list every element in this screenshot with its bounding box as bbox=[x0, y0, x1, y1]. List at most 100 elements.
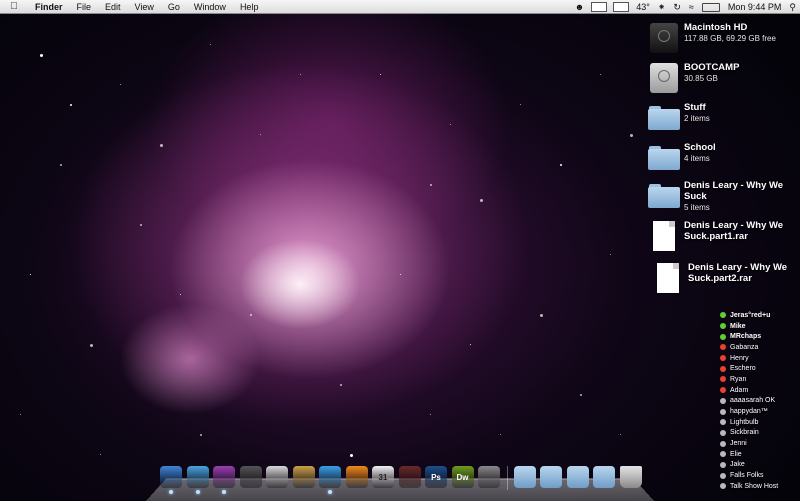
status-dot-icon bbox=[720, 344, 726, 351]
applications-folder-icon[interactable] bbox=[513, 466, 536, 488]
desktop-item-label: School bbox=[684, 142, 716, 153]
spotlight-icon[interactable]: ⚲ bbox=[789, 0, 796, 14]
documents-folder-icon[interactable] bbox=[540, 466, 562, 488]
buddy-name: Eschero bbox=[730, 365, 756, 373]
buddy-name: Henry bbox=[730, 354, 749, 362]
document-icon bbox=[652, 262, 684, 294]
star bbox=[90, 344, 93, 347]
desktop-item-macintosh-hd[interactable]: Macintosh HD 117.88 GB, 69.29 GB free bbox=[648, 22, 776, 54]
buddy-list-item[interactable]: Sickbrain bbox=[716, 428, 800, 439]
buddy-list-item[interactable]: Lightbulb bbox=[716, 417, 800, 428]
downloads-folder-icon[interactable] bbox=[566, 466, 589, 488]
buddy-list-item[interactable]: Talk Show Host bbox=[716, 481, 800, 492]
buddy-list-item[interactable]: Jeras°red+u bbox=[716, 310, 800, 321]
packages-icon[interactable] bbox=[292, 466, 315, 488]
buddy-name: MRchaps bbox=[730, 333, 762, 341]
buddy-name: Talk Show Host bbox=[730, 482, 779, 490]
menu-clock[interactable]: Mon 9:44 PM bbox=[728, 0, 782, 14]
buddy-list: Jeras°red+u Mike MRchaps Gabanza Henry Escher… bbox=[716, 310, 800, 492]
desktop-item-part1-rar[interactable]: Denis Leary - Why We Suck.part1.rar bbox=[648, 220, 794, 252]
desktop-item-info: 5 items bbox=[684, 203, 710, 212]
menu-extras: ☻ 43° ⁕ ↻ ≈ Mon 9:44 PM ⚲ bbox=[571, 0, 800, 14]
buddy-list-item[interactable]: Jake bbox=[716, 460, 800, 471]
dreamweaver-icon[interactable]: Dw bbox=[451, 466, 474, 488]
menu-window[interactable]: Window bbox=[187, 0, 233, 14]
temperature-readout[interactable]: 43° bbox=[636, 0, 650, 14]
apple-icon[interactable]:  bbox=[0, 1, 28, 12]
buddy-list-item[interactable]: Elie bbox=[716, 449, 800, 460]
star bbox=[260, 134, 261, 135]
menu-go[interactable]: Go bbox=[161, 0, 187, 14]
safari-icon[interactable] bbox=[186, 466, 209, 494]
wifi-icon[interactable]: ≈ bbox=[689, 0, 694, 14]
preview-icon[interactable] bbox=[239, 466, 262, 488]
input-menu-icon[interactable] bbox=[591, 2, 608, 12]
star bbox=[430, 184, 432, 186]
buddy-list-item[interactable]: MRchaps bbox=[716, 331, 800, 342]
buddy-name: Sickbrain bbox=[730, 429, 759, 437]
star bbox=[380, 74, 381, 75]
battery-icon[interactable] bbox=[701, 2, 720, 12]
itunes-icon[interactable] bbox=[319, 466, 341, 494]
status-menu-icon[interactable] bbox=[613, 2, 630, 12]
buddy-name: Jake bbox=[730, 461, 745, 469]
dock-item-label: 31 bbox=[378, 472, 388, 482]
menu-app-name[interactable]: Finder bbox=[28, 0, 70, 14]
dock: 31 Ps Dw bbox=[160, 466, 646, 494]
buddy-name: Jenni bbox=[730, 440, 747, 448]
buddy-name: Ryan bbox=[730, 375, 747, 383]
photoshop-icon[interactable]: Ps bbox=[425, 466, 447, 488]
star bbox=[400, 274, 401, 275]
adium-icon[interactable] bbox=[213, 466, 235, 494]
status-dot-icon bbox=[720, 472, 726, 479]
folder-icon bbox=[648, 180, 680, 212]
menu-help[interactable]: Help bbox=[233, 0, 266, 14]
vlc-icon[interactable] bbox=[345, 466, 368, 488]
star bbox=[580, 394, 582, 396]
buddy-list-item[interactable]: Adam bbox=[716, 385, 800, 396]
desktop-item-info: 117.88 GB, 69.29 GB free bbox=[684, 34, 776, 43]
status-dot-icon bbox=[720, 440, 726, 447]
desktop-item-school[interactable]: School 4 items bbox=[648, 142, 716, 174]
status-dot-icon bbox=[720, 429, 726, 436]
menu-edit[interactable]: Edit bbox=[98, 0, 128, 14]
folder-icon[interactable] bbox=[593, 466, 615, 488]
buddy-list-item[interactable]: Mike bbox=[716, 321, 800, 332]
bluetooth-icon[interactable]: ⁕ bbox=[658, 0, 666, 14]
menu-file[interactable]: File bbox=[70, 0, 99, 14]
ical-icon[interactable]: 31 bbox=[372, 466, 394, 488]
star bbox=[630, 134, 633, 137]
star bbox=[560, 164, 562, 166]
buddy-list-item[interactable]: Ryan bbox=[716, 374, 800, 385]
star bbox=[20, 414, 21, 415]
buddy-list-item[interactable]: Eschero bbox=[716, 363, 800, 374]
star bbox=[300, 74, 301, 75]
star bbox=[60, 164, 62, 166]
star bbox=[250, 314, 252, 316]
desktop-item-bootcamp[interactable]: BOOTCAMP 30.85 GB bbox=[648, 62, 739, 94]
textedit-icon[interactable] bbox=[266, 466, 288, 488]
buddy-name: happydan™ bbox=[730, 408, 768, 416]
buddy-list-item[interactable]: Gabanza bbox=[716, 342, 800, 353]
finder-icon[interactable] bbox=[160, 466, 182, 494]
running-indicator bbox=[195, 490, 200, 494]
time-machine-icon[interactable]: ↻ bbox=[673, 0, 681, 14]
buddy-name: aaaasarah OK bbox=[730, 397, 776, 405]
desktop-item-denis-leary-folder[interactable]: Denis Leary - Why We Suck 5 items bbox=[648, 180, 788, 213]
user-icon[interactable]: ☻ bbox=[575, 0, 584, 14]
desktop-item-stuff[interactable]: Stuff 2 items bbox=[648, 102, 710, 134]
desktop-item-info: 4 items bbox=[684, 154, 710, 163]
dock-item-label: Ps bbox=[431, 472, 441, 482]
buddy-list-item[interactable]: Jenni bbox=[716, 438, 800, 449]
star bbox=[140, 224, 142, 226]
game-icon[interactable] bbox=[398, 466, 421, 488]
buddy-list-item[interactable]: happydan™ bbox=[716, 406, 800, 417]
star bbox=[70, 104, 72, 106]
buddy-list-item[interactable]: Henry bbox=[716, 353, 800, 364]
buddy-list-item[interactable]: aaaasarah OK bbox=[716, 396, 800, 407]
buddy-list-item[interactable]: Falls Folks bbox=[716, 470, 800, 481]
trash-icon[interactable] bbox=[619, 466, 642, 488]
system-preferences-icon[interactable] bbox=[478, 466, 500, 488]
desktop-item-part2-rar[interactable]: Denis Leary - Why We Suck.part2.rar bbox=[652, 262, 798, 294]
menu-view[interactable]: View bbox=[128, 0, 161, 14]
